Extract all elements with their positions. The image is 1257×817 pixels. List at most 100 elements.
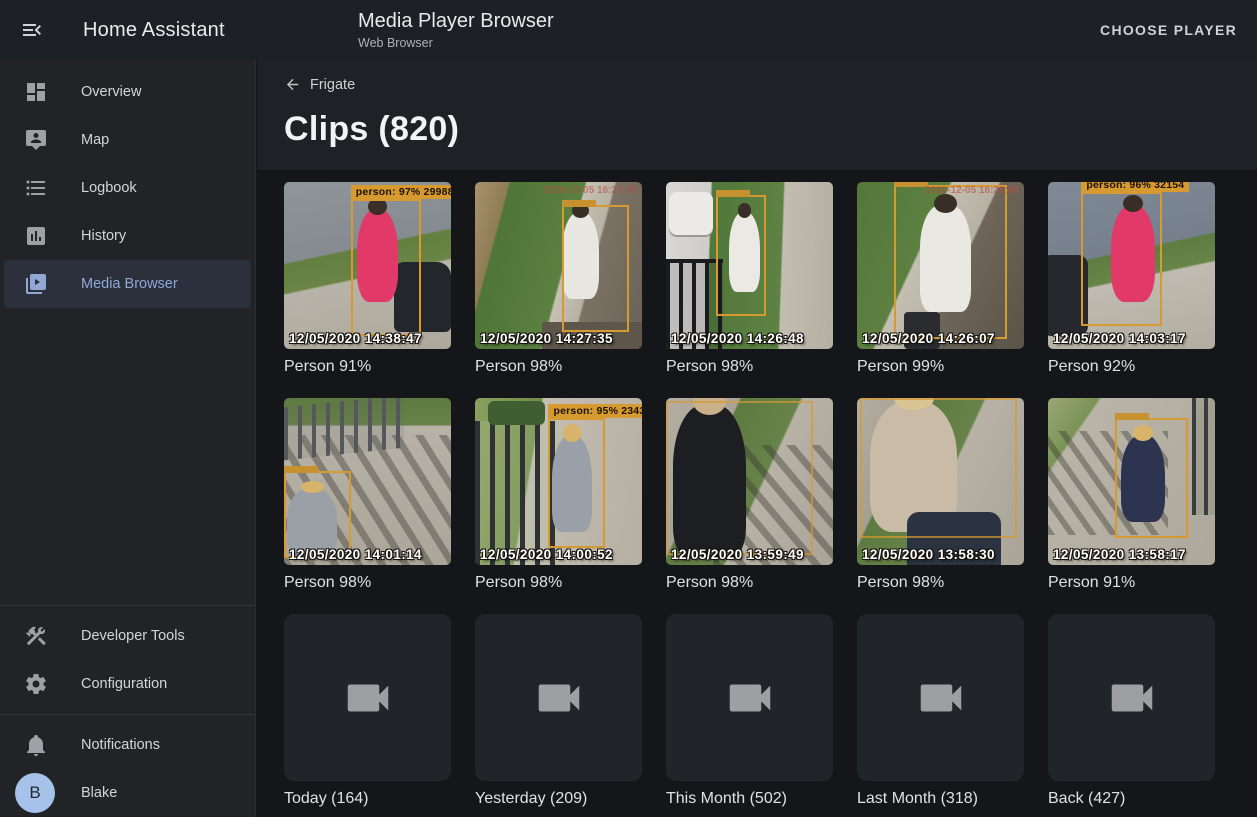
choose-player-button[interactable]: CHOOSE PLAYER bbox=[1090, 14, 1247, 46]
folder-thumbnail bbox=[857, 614, 1024, 781]
clip-thumbnail: person: 95% 23432 12/05/2020 14:00:52 bbox=[475, 398, 642, 565]
detection-bounding-box bbox=[860, 398, 1017, 538]
hammer-icon bbox=[24, 624, 48, 648]
chart-box-icon bbox=[24, 224, 48, 248]
format-list-bulleted-icon bbox=[24, 176, 48, 200]
folder-caption: This Month (502) bbox=[666, 790, 833, 808]
sidebar-item-label: Developer Tools bbox=[81, 628, 185, 644]
clip-caption: Person 98% bbox=[284, 574, 451, 592]
clip-caption: Person 98% bbox=[666, 358, 833, 376]
clips-grid: person: 97% 29988 12/05/2020 14:38:47 Pe… bbox=[284, 182, 1230, 817]
folder-tile-back[interactable]: Back (427) bbox=[1048, 614, 1215, 817]
clip-thumbnail: 12/05/2020 14:26:48 bbox=[666, 182, 833, 349]
detection-bounding-box bbox=[284, 471, 351, 558]
mower-shape bbox=[488, 401, 545, 424]
clip-thumbnail: 12/05/2020 13:58:30 bbox=[857, 398, 1024, 565]
clip-timestamp: 12/05/2020 13:58:17 bbox=[1053, 547, 1186, 562]
avatar: B bbox=[15, 773, 55, 813]
sidebar-item-label: Notifications bbox=[81, 737, 160, 753]
folder-tile-yesterday[interactable]: Yesterday (209) bbox=[475, 614, 642, 817]
clip-thumbnail: 12/05/2020 13:58:17 bbox=[1048, 398, 1215, 565]
sidebar-item-map[interactable]: Map bbox=[4, 116, 251, 164]
folder-tile-this-month[interactable]: This Month (502) bbox=[666, 614, 833, 817]
clip-thumbnail: person: 97% 29988 12/05/2020 14:38:47 bbox=[284, 182, 451, 349]
detection-bounding-box bbox=[666, 401, 813, 555]
clip-tile[interactable]: 2020-12-05 16:26:08 12/05/2020 14:26:07 … bbox=[857, 182, 1024, 386]
video-camera-icon bbox=[532, 671, 586, 725]
folder-caption: Back (427) bbox=[1048, 790, 1215, 808]
clip-tile[interactable]: 12/05/2020 14:26:48 Person 98% bbox=[666, 182, 833, 386]
clip-timestamp: 12/05/2020 14:26:48 bbox=[671, 331, 804, 346]
sidebar-item-logbook[interactable]: Logbook bbox=[4, 164, 251, 212]
railing-shape bbox=[1192, 398, 1215, 515]
clip-tile[interactable]: 12/05/2020 13:58:30 Person 98% bbox=[857, 398, 1024, 602]
detection-label: person: 95% 23432 bbox=[548, 404, 642, 418]
detection-label-mini bbox=[716, 190, 750, 197]
breadcrumb-label: Frigate bbox=[310, 77, 355, 93]
clip-caption: Person 98% bbox=[857, 574, 1024, 592]
app-header: Home Assistant Media Player Browser Web … bbox=[0, 0, 1257, 60]
detection-label-mini bbox=[1115, 413, 1149, 420]
folder-caption: Yesterday (209) bbox=[475, 790, 642, 808]
media-browser-header: Media Player Browser Web Browser bbox=[358, 9, 554, 50]
sidebar-bottom-section: Developer Tools Configuration Notificati… bbox=[0, 599, 255, 817]
clips-grid-area: person: 97% 29988 12/05/2020 14:38:47 Pe… bbox=[257, 170, 1257, 817]
clip-thumbnail: 2020-12-05 16:27:35 12/05/2020 14:27:35 bbox=[475, 182, 642, 349]
sidebar: Overview Map Logbook History Media Brows… bbox=[0, 60, 256, 817]
sidebar-item-user-profile[interactable]: B Blake bbox=[4, 769, 251, 817]
folder-tile-last-month[interactable]: Last Month (318) bbox=[857, 614, 1024, 817]
clip-thumbnail: 12/05/2020 14:01:14 bbox=[284, 398, 451, 565]
clip-caption: Person 98% bbox=[475, 358, 642, 376]
sidebar-divider bbox=[0, 714, 255, 715]
clip-timestamp: 12/05/2020 13:59:49 bbox=[671, 547, 804, 562]
detection-label-mini bbox=[284, 466, 318, 473]
detection-label-mini bbox=[562, 200, 596, 207]
clip-timestamp: 12/05/2020 14:26:07 bbox=[862, 331, 995, 346]
clip-tile[interactable]: person: 96% 32154 12/05/2020 14:03:17 Pe… bbox=[1048, 182, 1215, 386]
gear-icon bbox=[24, 672, 48, 696]
app-title: Home Assistant bbox=[83, 19, 225, 42]
sidebar-item-notifications[interactable]: Notifications bbox=[4, 721, 251, 769]
clip-tile[interactable]: person: 95% 23432 12/05/2020 14:00:52 Pe… bbox=[475, 398, 642, 602]
clip-timestamp: 12/05/2020 14:03:17 bbox=[1053, 331, 1186, 346]
clip-tile[interactable]: 2020-12-05 16:27:35 12/05/2020 14:27:35 … bbox=[475, 182, 642, 386]
video-camera-icon bbox=[341, 671, 395, 725]
detection-bounding-box bbox=[562, 205, 629, 332]
clip-thumbnail: 12/05/2020 13:59:49 bbox=[666, 398, 833, 565]
detection-bounding-box: person: 97% 29988 bbox=[351, 199, 421, 336]
user-name: Blake bbox=[81, 785, 117, 801]
clip-tile[interactable]: 12/05/2020 14:01:14 Person 98% bbox=[284, 398, 451, 602]
clip-caption: Person 92% bbox=[1048, 358, 1215, 376]
folder-thumbnail bbox=[1048, 614, 1215, 781]
sidebar-primary-nav: Overview Map Logbook History Media Brows… bbox=[0, 60, 255, 308]
clip-tile[interactable]: 12/05/2020 13:58:17 Person 91% bbox=[1048, 398, 1215, 602]
video-camera-icon bbox=[1105, 671, 1159, 725]
tooltip-account-icon bbox=[24, 128, 48, 152]
sidebar-toggle-button[interactable] bbox=[8, 6, 56, 54]
fence-shape bbox=[475, 421, 559, 565]
sidebar-item-configuration[interactable]: Configuration bbox=[4, 660, 251, 708]
breadcrumb[interactable]: Frigate bbox=[284, 76, 355, 93]
sidebar-divider bbox=[0, 605, 255, 606]
clip-tile[interactable]: 12/05/2020 13:59:49 Person 98% bbox=[666, 398, 833, 602]
sidebar-item-developer-tools[interactable]: Developer Tools bbox=[4, 612, 251, 660]
clip-timestamp: 12/05/2020 14:00:52 bbox=[480, 547, 613, 562]
detection-label-mini bbox=[894, 182, 928, 187]
arrow-left-icon bbox=[284, 76, 301, 93]
sidebar-item-history[interactable]: History bbox=[4, 212, 251, 260]
sidebar-item-label: Media Browser bbox=[81, 276, 178, 292]
page-header-subtitle: Web Browser bbox=[358, 36, 554, 50]
folder-tile-today[interactable]: Today (164) bbox=[284, 614, 451, 817]
video-camera-icon bbox=[723, 671, 777, 725]
media-browser-content: Frigate Clips (820) person: 97% 29988 12… bbox=[257, 60, 1257, 817]
clip-tile[interactable]: person: 97% 29988 12/05/2020 14:38:47 Pe… bbox=[284, 182, 451, 386]
page-title: Clips (820) bbox=[284, 110, 1257, 149]
car-shape bbox=[669, 192, 712, 235]
bell-icon bbox=[24, 733, 48, 757]
sidebar-item-overview[interactable]: Overview bbox=[4, 68, 251, 116]
detection-label: person: 97% 29988 bbox=[351, 185, 451, 199]
clip-caption: Person 98% bbox=[666, 574, 833, 592]
sidebar-item-label: Configuration bbox=[81, 676, 167, 692]
detection-bounding-box bbox=[716, 195, 766, 315]
sidebar-item-media-browser[interactable]: Media Browser bbox=[4, 260, 251, 308]
